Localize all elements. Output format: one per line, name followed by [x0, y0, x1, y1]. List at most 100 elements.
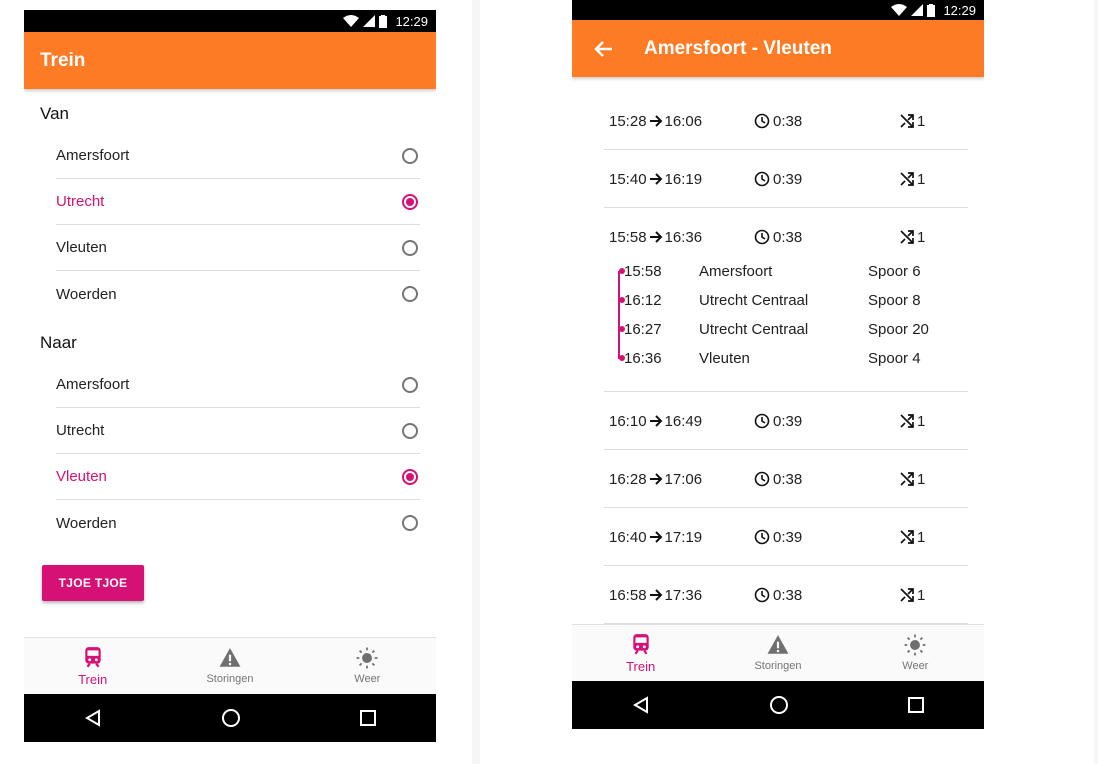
- signal-icon: [363, 15, 376, 27]
- trip-item[interactable]: 15:28 16:06 0:38 1: [604, 92, 968, 150]
- trip-duration: 0:39: [754, 171, 899, 188]
- radio-unchecked-icon[interactable]: [402, 239, 418, 256]
- phone-left: 12:29 Trein Van Amersfoort Utrecht Vleuten…: [24, 10, 436, 742]
- radio-unchecked-icon[interactable]: [402, 422, 418, 439]
- bottom-navigation: Trein Storingen Weer: [24, 637, 436, 694]
- nav-item-trein[interactable]: Trein: [24, 638, 161, 694]
- transfers-value: 1: [917, 470, 926, 488]
- back-arrow-icon[interactable]: [594, 39, 614, 59]
- radio-checked-icon[interactable]: [402, 193, 418, 210]
- transfers-value: 1: [917, 228, 926, 246]
- nav-item-trein[interactable]: Trein: [572, 625, 709, 681]
- trip-summary: 15:58 16:36 0:38 1: [609, 227, 968, 247]
- duration-value: 0:39: [773, 170, 803, 188]
- radio-unchecked-icon[interactable]: [402, 515, 418, 531]
- van-option-utrecht[interactable]: Utrecht: [56, 179, 420, 225]
- arrival-time: 16:36: [664, 228, 703, 246]
- departure-time: 16:40: [609, 528, 647, 546]
- status-time: 12:29: [395, 13, 428, 29]
- radio-unchecked-icon[interactable]: [402, 376, 418, 393]
- radio-checked-icon[interactable]: [402, 468, 418, 485]
- option-label: Amersfoort: [56, 147, 130, 164]
- trip-transfers: 1: [899, 529, 925, 546]
- naar-option-vleuten[interactable]: Vleuten: [56, 454, 420, 500]
- status-bar: 12:29: [24, 10, 436, 32]
- home-icon[interactable]: [221, 708, 241, 728]
- naar-option-woerden[interactable]: Woerden: [56, 500, 420, 546]
- nav-item-weer[interactable]: Weer: [847, 625, 984, 681]
- departure-time: 16:28: [609, 470, 647, 488]
- trip-duration: 0:39: [754, 413, 899, 430]
- trip-transfers: 1: [899, 413, 925, 430]
- recents-icon[interactable]: [360, 710, 377, 726]
- trip-summary: 15:28 16:06 0:38 1: [609, 111, 968, 131]
- nav-item-label: Trein: [78, 671, 108, 687]
- arrival-time: 16:06: [664, 112, 703, 130]
- trip-duration: 0:38: [754, 471, 899, 488]
- transfers-value: 1: [917, 412, 926, 430]
- trip-transfers: 1: [899, 471, 925, 488]
- back-icon[interactable]: [632, 696, 650, 714]
- stop-row: 16:36 Vleuten Spoor 4: [619, 348, 921, 368]
- clock-icon: [754, 229, 770, 245]
- transfers-value: 1: [917, 528, 926, 546]
- trip-item[interactable]: 15:40 16:19 0:39 1: [604, 150, 968, 208]
- trip-times: 15:28 16:06: [609, 113, 754, 130]
- nav-item-weer[interactable]: Weer: [299, 638, 436, 694]
- stop-time: 15:58: [624, 262, 662, 280]
- van-option-woerden[interactable]: Woerden: [56, 271, 420, 317]
- recents-icon[interactable]: [908, 697, 925, 713]
- phone-right: 12:29 Amersfoort - Vleuten 15:28 16:06 0:…: [572, 0, 984, 729]
- naar-option-amersfoort[interactable]: Amersfoort: [56, 362, 420, 408]
- nav-item-label: Weer: [902, 660, 929, 672]
- trip-item[interactable]: 16:40 17:19 0:39 1: [604, 508, 968, 566]
- clock-icon: [754, 171, 770, 187]
- trip-item[interactable]: 15:58 16:36 0:38 1 15:58 Amersfoort Spoor…: [604, 208, 968, 392]
- stop-platform: Spoor 20: [868, 320, 929, 338]
- system-navigation: [24, 694, 436, 742]
- trip-transfers: 1: [899, 587, 925, 604]
- trip-transfers: 1: [899, 113, 925, 130]
- trip-transfers: 1: [899, 229, 925, 246]
- battery-icon: [927, 3, 936, 17]
- stop-station: Amersfoort: [699, 262, 773, 280]
- arrow-right-icon: [649, 231, 662, 243]
- arrow-right-icon: [649, 531, 662, 543]
- naar-option-utrecht[interactable]: Utrecht: [56, 408, 420, 454]
- search-button[interactable]: TJOE TJOE: [42, 565, 144, 601]
- stop-timeline-line: [618, 271, 620, 359]
- stop-dot: [619, 355, 625, 361]
- radio-unchecked-icon[interactable]: [402, 286, 418, 302]
- home-icon[interactable]: [769, 695, 789, 715]
- stop-row: 15:58 Amersfoort Spoor 6: [619, 261, 921, 281]
- option-label: Utrecht: [56, 422, 105, 439]
- trip-times: 15:58 16:36: [609, 229, 754, 246]
- transfer-icon: [900, 414, 914, 428]
- duration-value: 0:38: [773, 470, 803, 488]
- stop-dot: [619, 268, 625, 274]
- trip-item[interactable]: 16:28 17:06 0:38 1: [604, 450, 968, 508]
- back-icon[interactable]: [84, 709, 102, 727]
- battery-icon: [379, 14, 388, 28]
- arrival-time: 16:19: [664, 170, 703, 188]
- stop-platform: Spoor 4: [868, 349, 921, 367]
- transfer-icon: [900, 588, 914, 602]
- trip-item[interactable]: 16:58 17:36 0:38 1: [604, 566, 968, 624]
- page-title: Amersfoort - Vleuten: [644, 37, 832, 59]
- naar-label: Naar: [40, 333, 77, 352]
- radio-unchecked-icon[interactable]: [402, 147, 418, 164]
- trip-item[interactable]: 16:10 16:49 0:39 1: [604, 392, 968, 450]
- arrow-right-icon: [649, 473, 662, 485]
- trip-summary: 16:10 16:49 0:39 1: [609, 411, 968, 431]
- arrow-right-icon: [649, 115, 662, 127]
- transfer-icon: [900, 530, 914, 544]
- clock-icon: [754, 413, 770, 429]
- trip-times: 16:40 17:19: [609, 529, 754, 546]
- nav-item-storingen[interactable]: Storingen: [161, 638, 298, 694]
- trip-summary: 16:40 17:19 0:39 1: [609, 527, 968, 547]
- nav-item-storingen[interactable]: Storingen: [709, 625, 846, 681]
- clock-icon: [754, 113, 770, 129]
- van-option-vleuten[interactable]: Vleuten: [56, 225, 420, 271]
- arrow-right-icon: [649, 415, 662, 427]
- van-option-amersfoort[interactable]: Amersfoort: [56, 133, 420, 179]
